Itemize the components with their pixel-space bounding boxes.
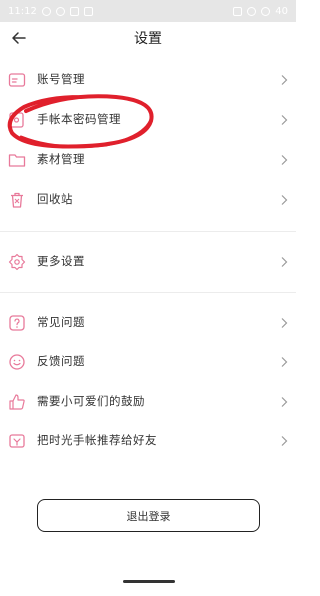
question-icon — [9, 315, 25, 331]
chevron-right-icon — [281, 436, 288, 446]
chevron-right-icon — [281, 318, 288, 328]
chevron-right-icon — [281, 257, 288, 267]
share-icon — [9, 434, 25, 448]
battery-level: 40 — [275, 5, 288, 17]
logout-button[interactable]: 退出登录 — [37, 499, 260, 532]
trash-icon — [11, 192, 23, 208]
menu-label-more-settings: 更多设置 — [37, 254, 85, 268]
section-divider — [0, 292, 296, 293]
menu-label-account: 账号管理 — [37, 72, 85, 86]
menu-item-faq[interactable]: 常见问题 — [0, 303, 296, 343]
menu-item-recommend[interactable]: 把时光手帐推荐给好友 — [0, 421, 296, 461]
smile-icon — [9, 354, 25, 370]
menu-label-recycle: 回收站 — [37, 192, 73, 206]
logout-label: 退出登录 — [126, 509, 171, 523]
status-time: 11:12 — [8, 5, 37, 17]
menu-item-more-settings[interactable]: 更多设置 — [0, 242, 296, 282]
menu-label-faq: 常见问题 — [37, 315, 85, 329]
menu-label-feedback: 反馈问题 — [37, 354, 85, 368]
chevron-right-icon — [281, 357, 288, 367]
lock-book-icon — [9, 112, 24, 128]
chevron-right-icon — [281, 397, 288, 407]
home-indicator[interactable] — [123, 580, 175, 583]
weibo-notification-icon — [41, 6, 51, 16]
app-notification-icon — [69, 6, 79, 16]
alarm-icon — [233, 6, 243, 16]
section-divider — [0, 231, 296, 232]
notification-icon — [55, 6, 65, 16]
chevron-right-icon — [281, 75, 288, 85]
chevron-right-icon — [281, 115, 288, 125]
menu-label-materials: 素材管理 — [37, 152, 85, 166]
menu-label-recommend: 把时光手帐推荐给好友 — [37, 433, 157, 447]
menu-label-encourage: 需要小可爱们的鼓励 — [37, 394, 145, 408]
folder-icon — [8, 154, 26, 167]
top-nav-bar: 设置 — [0, 22, 296, 54]
app-notification-icon-2 — [83, 6, 93, 16]
gear-icon — [8, 253, 26, 271]
account-icon — [8, 73, 26, 87]
menu-item-account[interactable]: 账号管理 — [0, 60, 296, 100]
menu-item-feedback[interactable]: 反馈问题 — [0, 342, 296, 382]
menu-item-password[interactable]: 手帐本密码管理 — [0, 100, 296, 140]
menu-item-materials[interactable]: 素材管理 — [0, 140, 296, 180]
chevron-right-icon — [281, 155, 288, 165]
page-title: 设置 — [134, 31, 162, 47]
back-arrow-icon[interactable] — [10, 29, 28, 47]
menu-item-recycle[interactable]: 回收站 — [0, 180, 296, 220]
menu-item-encourage[interactable]: 需要小可爱们的鼓励 — [0, 382, 296, 422]
wifi-icon — [261, 6, 271, 16]
thumbs-up-icon — [9, 394, 25, 410]
chevron-right-icon — [281, 195, 288, 205]
headset-icon — [247, 6, 257, 16]
status-bar: 11:12 40 — [0, 0, 296, 22]
menu-label-password: 手帐本密码管理 — [37, 112, 121, 126]
